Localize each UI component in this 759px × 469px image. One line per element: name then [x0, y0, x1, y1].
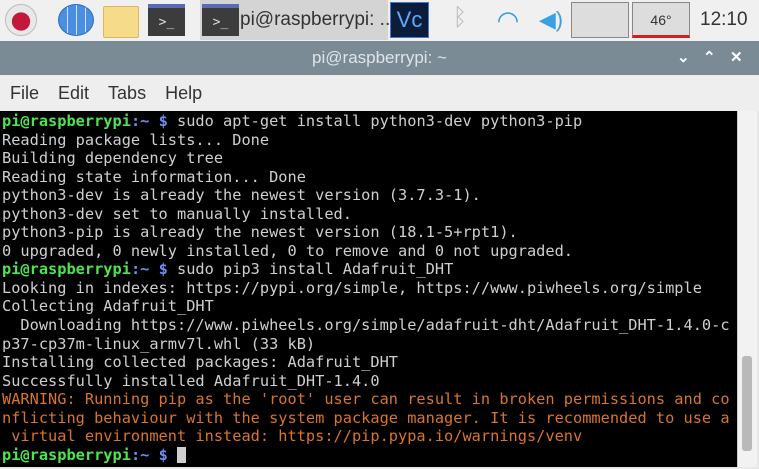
terminal-output-line: Reading state information... Done	[2, 167, 306, 186]
terminal-output[interactable]: pi@raspberrypi:~ $ sudo apt-get install …	[0, 111, 737, 467]
vnc-icon[interactable]: Vc	[390, 2, 429, 38]
cpu-monitor-icon[interactable]	[571, 2, 629, 38]
terminal-output-line: python3-dev set to manually installed.	[2, 204, 352, 223]
clock[interactable]: 12:10	[700, 9, 748, 31]
file-manager-icon[interactable]	[103, 6, 139, 38]
window-title: pi@raspberrypi: ~	[312, 48, 447, 67]
command-text: sudo pip3 install Adafruit_DHT	[167, 260, 454, 279]
prompt-path: :~ $	[130, 445, 168, 464]
terminal-command-line: pi@raspberrypi:~ $	[2, 446, 737, 465]
prompt-user: pi@raspberrypi	[2, 445, 131, 464]
menu-edit[interactable]: Edit	[58, 83, 89, 104]
minimize-icon[interactable]: ⌄	[677, 41, 690, 75]
prompt-path: :~ $	[130, 112, 168, 130]
browser-globe-icon[interactable]	[58, 4, 94, 36]
terminal-output-line: virtual environment instead: https://pip…	[2, 427, 583, 446]
terminal-icon[interactable]: >_	[148, 4, 185, 36]
scrollbar-thumb[interactable]	[742, 356, 752, 451]
terminal-output-line: Successfully installed Adafruit_DHT-1.4.…	[2, 371, 380, 390]
terminal-output-line: Collecting Adafruit_DHT	[2, 297, 214, 316]
terminal-output-line: p37-cp37m-linux_armv7l.whl (33 kB)	[2, 334, 316, 353]
wifi-icon[interactable]: ◠	[492, 4, 524, 36]
bluetooth-icon[interactable]: ᛒ	[450, 4, 470, 36]
terminal-output-line: Building dependency tree	[2, 149, 224, 168]
terminal-output-line: Looking in indexes: https://pypi.org/sim…	[2, 278, 702, 297]
raspberry-menu-icon[interactable]	[5, 4, 37, 36]
menu-help[interactable]: Help	[165, 83, 202, 104]
window-titlebar[interactable]: pi@raspberrypi: ~ ⌄ ⌃ ✕	[0, 41, 759, 75]
terminal-command-line: pi@raspberrypi:~ $ sudo apt-get install …	[2, 112, 737, 131]
prompt-user: pi@raspberrypi	[2, 112, 131, 130]
terminal-output-line: 0 upgraded, 0 newly installed, 0 to remo…	[2, 241, 573, 260]
taskbar: >_ >_ pi@raspberrypi: ... Vc ᛒ ◠ ◀) 46° …	[0, 0, 759, 41]
command-text: sudo apt-get install python3-dev python3…	[167, 112, 583, 130]
terminal-output-line: python3-dev is already the newest versio…	[2, 186, 481, 205]
taskbar-window-button[interactable]: >_ pi@raspberrypi: ...	[200, 0, 396, 40]
menubar: File Edit Tabs Help	[0, 75, 759, 111]
temperature-monitor[interactable]: 46°	[632, 2, 690, 38]
prompt-path: :~ $	[130, 260, 168, 279]
terminal-output-line: WARNING: Running pip as the 'root' user …	[2, 390, 730, 409]
terminal-command-line: pi@raspberrypi:~ $ sudo pip3 install Ada…	[2, 260, 737, 279]
taskbar-window-label: pi@raspberrypi: ...	[240, 9, 396, 30]
terminal-output-line: Downloading https://www.piwheels.org/sim…	[2, 316, 730, 335]
menu-file[interactable]: File	[10, 83, 39, 104]
scrollbar[interactable]	[737, 111, 757, 467]
command-text	[168, 446, 177, 464]
close-icon[interactable]: ✕	[730, 41, 743, 75]
prompt-user: pi@raspberrypi	[2, 260, 131, 279]
cursor	[177, 446, 186, 463]
terminal-output-line: Installing collected packages: Adafruit_…	[2, 353, 399, 372]
menu-tabs[interactable]: Tabs	[108, 83, 146, 104]
volume-icon[interactable]: ◀)	[535, 4, 567, 36]
terminal-output-line: nflicting behaviour with the system pack…	[2, 408, 730, 427]
maximize-icon[interactable]: ⌃	[703, 41, 716, 75]
terminal-output-line: python3-pip is already the newest versio…	[2, 223, 518, 242]
terminal-icon: >_	[202, 4, 239, 36]
terminal-output-line: Reading package lists... Done	[2, 130, 270, 149]
